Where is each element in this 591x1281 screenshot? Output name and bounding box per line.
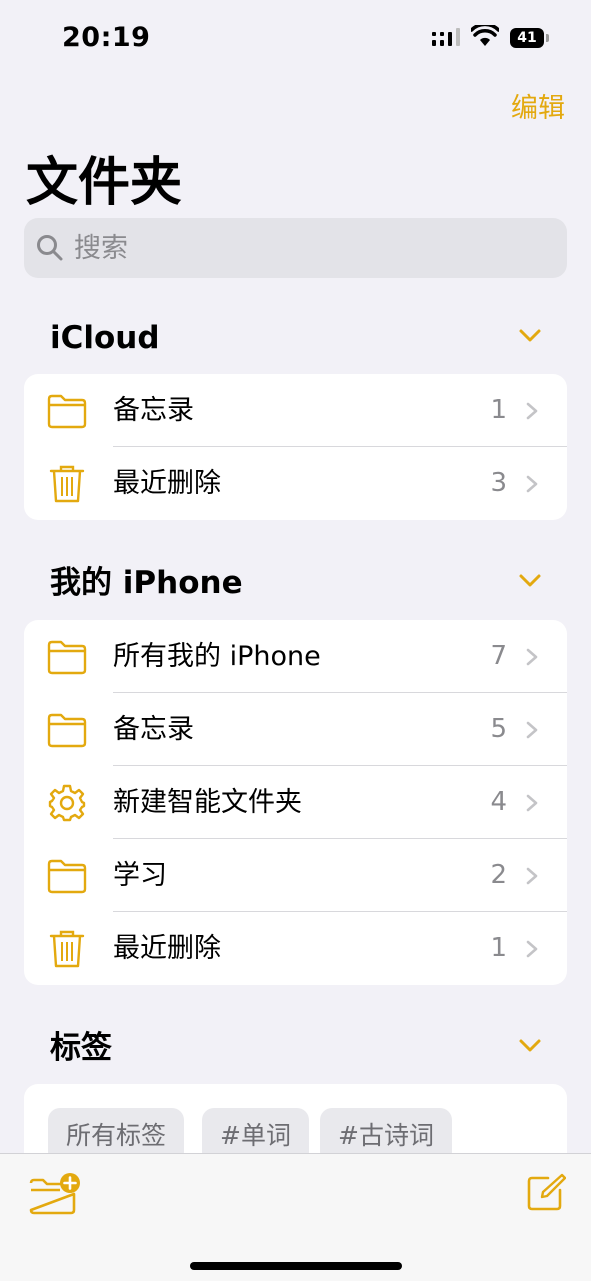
section-header-tags[interactable]: 标签 <box>0 1018 591 1078</box>
status-bar: 20:19 41 <box>0 0 591 80</box>
folder-label: 备忘录 <box>113 395 194 426</box>
gear-icon <box>48 784 86 822</box>
folder-count: 3 <box>490 468 507 498</box>
section-title-tags: 标签 <box>50 1030 112 1066</box>
folder-icon <box>47 859 87 894</box>
folder-icon <box>47 640 87 675</box>
iphone-folder-list: 所有我的 iPhone 7 备忘录 5 新建智能文件夹 4 学习 2 最近删除 … <box>24 620 567 985</box>
battery-cap <box>546 34 549 42</box>
chevron-right-icon <box>526 402 538 420</box>
trash-icon <box>49 930 85 968</box>
chevron-right-icon <box>526 721 538 739</box>
home-indicator <box>190 1262 402 1270</box>
chevron-down-icon[interactable] <box>518 1038 542 1054</box>
section-header-icloud[interactable]: iCloud <box>0 308 591 368</box>
folder-row-study[interactable]: 学习 2 <box>24 839 567 912</box>
icloud-folder-list: 备忘录 1 最近删除 3 <box>24 374 567 520</box>
new-folder-icon[interactable] <box>28 1172 82 1216</box>
status-time: 20:19 <box>62 22 151 53</box>
search-icon <box>37 235 63 261</box>
chevron-right-icon <box>526 867 538 885</box>
chevron-right-icon <box>526 648 538 666</box>
cellular-signal-icon <box>432 28 460 46</box>
chevron-right-icon <box>526 475 538 493</box>
folder-icon <box>47 713 87 748</box>
chevron-right-icon <box>526 794 538 812</box>
search-bar[interactable] <box>24 218 567 278</box>
folder-row-icloud-notes[interactable]: 备忘录 1 <box>24 374 567 447</box>
folder-icon <box>47 394 87 429</box>
folder-label: 所有我的 iPhone <box>113 641 321 672</box>
folder-row-iphone-notes[interactable]: 备忘录 5 <box>24 693 567 766</box>
folder-count: 5 <box>490 714 507 744</box>
folder-row-all-on-iphone[interactable]: 所有我的 iPhone 7 <box>24 620 567 693</box>
folder-count: 1 <box>490 933 507 963</box>
battery-icon: 41 <box>510 28 544 48</box>
folder-count: 1 <box>490 395 507 425</box>
folder-count: 7 <box>490 641 507 671</box>
folder-row-icloud-recently-deleted[interactable]: 最近删除 3 <box>24 447 567 520</box>
folder-count: 2 <box>490 860 507 890</box>
section-title-my-iphone: 我的 iPhone <box>50 565 243 601</box>
trash-icon <box>49 465 85 503</box>
chevron-down-icon[interactable] <box>518 328 542 344</box>
section-title-icloud: iCloud <box>50 320 160 356</box>
bottom-toolbar <box>0 1153 591 1281</box>
folder-label: 最近删除 <box>113 468 221 499</box>
wifi-icon <box>471 25 499 46</box>
compose-icon[interactable] <box>526 1172 566 1212</box>
chevron-down-icon[interactable] <box>518 573 542 589</box>
battery-level: 41 <box>517 30 537 46</box>
folder-row-iphone-recently-deleted[interactable]: 最近删除 1 <box>24 912 567 985</box>
chevron-right-icon <box>526 940 538 958</box>
page-title: 文件夹 <box>26 153 183 213</box>
section-header-my-iphone[interactable]: 我的 iPhone <box>0 553 591 613</box>
search-input[interactable] <box>74 218 554 278</box>
folder-label: 备忘录 <box>113 714 194 745</box>
edit-button[interactable]: 编辑 <box>511 86 565 125</box>
folder-label: 最近删除 <box>113 933 221 964</box>
folder-count: 4 <box>490 787 507 817</box>
folder-label: 新建智能文件夹 <box>113 787 302 818</box>
folder-label: 学习 <box>113 860 167 891</box>
folder-row-smart-folder[interactable]: 新建智能文件夹 4 <box>24 766 567 839</box>
